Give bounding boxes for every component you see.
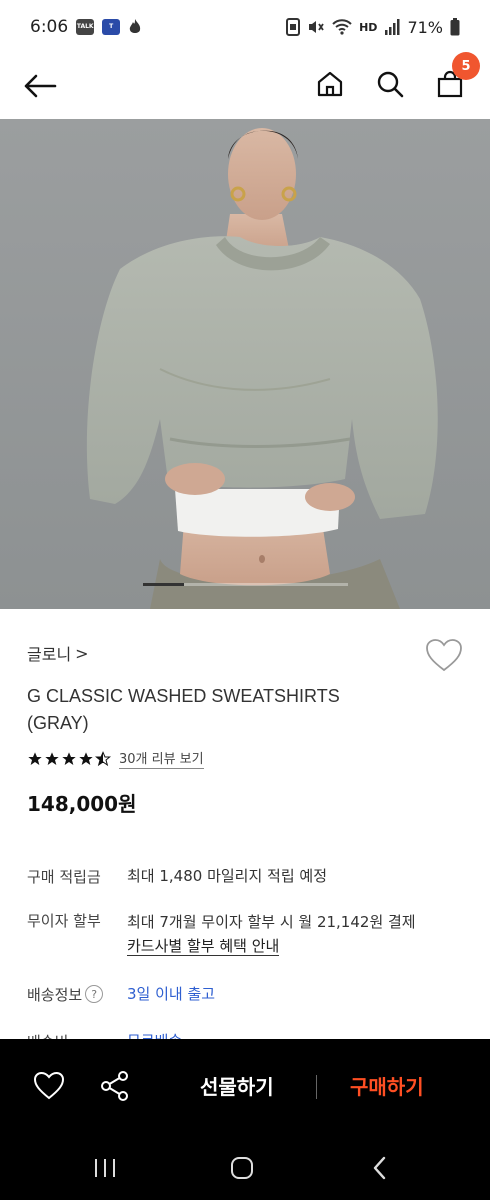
points-row: 구매 적립금 최대 1,480 마일리지 적립 예정 (27, 864, 327, 888)
hd-voice-label: HD (359, 20, 378, 34)
shipping-row: 배송정보 ? 3일 이내 출고 (27, 982, 215, 1006)
star-icon (45, 751, 59, 765)
rating-row: 30개 리뷰 보기 (27, 748, 204, 769)
recent-apps-icon (95, 1159, 115, 1177)
price: 148,000원 (27, 792, 137, 816)
chevron-left-icon (373, 1156, 386, 1180)
back-nav-button[interactable] (365, 1153, 395, 1183)
product-title: G CLASSIC WASHED SWEATSHIRTS (GRAY) (27, 686, 340, 733)
shipping-value: 3일 이내 출고 (127, 985, 216, 1003)
rating-stars (27, 750, 111, 767)
wifi-icon (332, 19, 352, 35)
product-image[interactable] (0, 119, 490, 609)
gift-button[interactable]: 선물하기 (200, 1071, 274, 1100)
back-button[interactable] (20, 66, 60, 106)
brand-name: 글로니 (27, 645, 72, 664)
image-pager-progress (143, 583, 184, 586)
nfc-icon (286, 18, 301, 36)
shipping-label-wrap: 배송정보 ? (27, 982, 127, 1006)
mute-icon (309, 21, 324, 33)
buy-button[interactable]: 구매하기 (350, 1071, 424, 1100)
share-button[interactable] (98, 1069, 132, 1103)
system-nav-bar (0, 1135, 490, 1200)
status-time: 6:06 (30, 17, 69, 37)
arrow-left-icon (24, 74, 57, 98)
home-nav-button[interactable] (227, 1153, 257, 1183)
recent-apps-button[interactable] (90, 1153, 120, 1183)
purchase-bar: 선물하기 구매하기 (0, 1039, 490, 1135)
cart-count-badge: 5 (452, 52, 480, 80)
help-icon[interactable]: ? (85, 985, 104, 1003)
home-icon (317, 71, 343, 97)
heart-icon (426, 639, 462, 672)
battery-percent: 71% (407, 17, 443, 37)
battery-icon (450, 18, 460, 36)
flame-icon (129, 19, 141, 33)
like-button[interactable] (32, 1069, 66, 1103)
product-photo (86, 128, 438, 609)
search-button[interactable] (370, 64, 410, 104)
home-circle-icon (231, 1157, 253, 1179)
home-button[interactable] (310, 64, 350, 104)
status-bar: 6:06 TALK T HD 71% (0, 0, 490, 54)
divider (316, 1075, 317, 1099)
image-pager (143, 583, 348, 586)
share-icon (101, 1071, 128, 1101)
half-star-icon (95, 750, 111, 766)
chevron-right-icon: > (75, 643, 89, 663)
star-icon (62, 751, 76, 765)
star-icon (28, 751, 42, 765)
wishlist-button[interactable] (424, 636, 464, 676)
talk-icon: TALK (76, 19, 95, 35)
installment-value: 최대 7개월 무이자 할부 시 월 21,142원 결제 (127, 913, 416, 931)
installment-benefit-link[interactable]: 카드사별 할부 혜택 안내 (127, 937, 280, 956)
shipping-label: 배송정보 (27, 985, 83, 1004)
brand-link[interactable]: 글로니 > (27, 641, 89, 665)
heart-icon (33, 1071, 65, 1100)
installment-row: 무이자 할부 최대 7개월 무이자 할부 시 월 21,142원 결제 카드사별… (27, 910, 416, 958)
points-value: 최대 1,480 마일리지 적립 예정 (127, 867, 328, 885)
app-bar (0, 54, 490, 118)
store-icon: T (102, 19, 121, 35)
signal-icon (385, 19, 400, 35)
star-icon (79, 751, 93, 765)
installment-label: 무이자 할부 (27, 912, 101, 930)
review-link[interactable]: 30개 리뷰 보기 (119, 748, 204, 769)
points-label: 구매 적립금 (27, 867, 101, 886)
search-icon (377, 71, 404, 98)
